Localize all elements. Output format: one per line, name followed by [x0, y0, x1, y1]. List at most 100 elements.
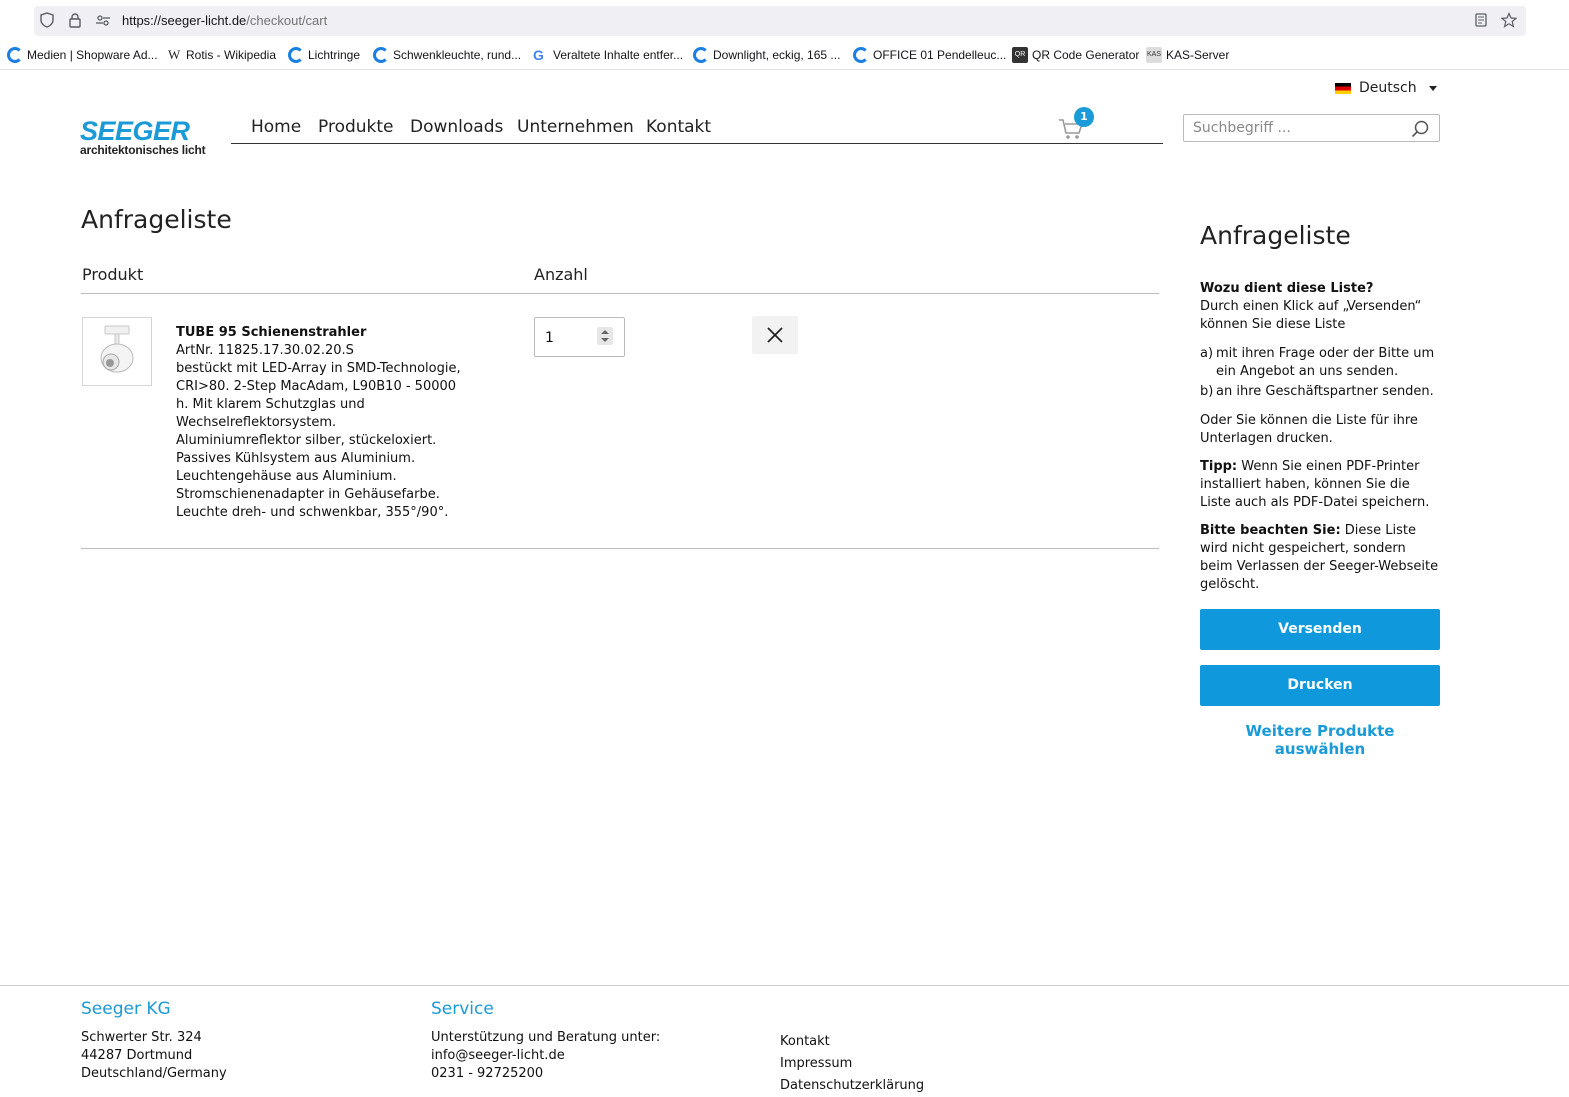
bookmark-item[interactable]: Lichtringe: [288, 47, 360, 63]
search-input[interactable]: [1193, 120, 1393, 136]
tip-label: Tipp:: [1200, 459, 1238, 474]
list-text: mit ihren Frage oder der Bitte um ein An…: [1216, 346, 1435, 379]
nav-produkte[interactable]: Produkte: [318, 117, 394, 137]
footer-link-kontakt[interactable]: Kontakt: [780, 1031, 924, 1053]
bookmark-item[interactable]: W Rotis - Wikipedia: [168, 47, 276, 63]
lock-icon[interactable]: [66, 12, 84, 30]
bookmark-label: Veraltete Inhalte entfer...: [553, 48, 684, 62]
service-text: Unterstützung und Beratung unter:: [431, 1030, 661, 1045]
bookmark-label: Schwenkleuchte, rund...: [393, 48, 522, 62]
product-article-number: ArtNr. 11825.17.30.02.20.S: [176, 343, 354, 358]
seeger-icon: [853, 47, 869, 63]
bookmark-item[interactable]: OFFICE 01 Pendelleuc...: [853, 47, 1006, 63]
product-description: bestückt mit LED-Array in SMD-Technologi…: [176, 361, 461, 520]
kas-icon: KAS: [1146, 47, 1162, 63]
service-email-link[interactable]: info@seeger-licht.de: [431, 1047, 660, 1065]
list-marker: b): [1200, 384, 1214, 399]
address-bar[interactable]: https://seeger-licht.de/checkout/cart: [34, 6, 1526, 36]
product-thumbnail[interactable]: [82, 317, 152, 386]
address-city: 44287 Dortmund: [81, 1048, 193, 1063]
seeger-icon: [7, 47, 23, 63]
print-button[interactable]: Drucken: [1200, 665, 1440, 706]
remove-item-button[interactable]: [752, 316, 798, 354]
logo-wordmark: SEEGER: [80, 116, 190, 146]
bookmark-item[interactable]: QR QR Code Generator: [1012, 47, 1139, 63]
bookmark-item[interactable]: KAS KAS-Server: [1146, 47, 1229, 63]
wikipedia-icon: W: [168, 47, 181, 62]
page-title: Anfrageliste: [81, 205, 232, 234]
search-icon[interactable]: [1411, 120, 1429, 138]
address-street: Schwerter Str. 324: [81, 1030, 202, 1045]
language-selector[interactable]: Deutsch: [1335, 80, 1437, 96]
note-label: Bitte beachten Sie:: [1200, 523, 1341, 538]
column-header-product: Produkt: [82, 265, 144, 284]
qr-icon: QR: [1012, 47, 1028, 63]
google-icon: G: [533, 47, 544, 63]
bookmark-label: Lichtringe: [308, 48, 361, 62]
send-button[interactable]: Versenden: [1200, 609, 1440, 650]
list-item: a) mit ihren Frage oder der Bitte um ein…: [1200, 345, 1446, 381]
footer-links: Kontakt Impressum Datenschutzerklärung: [780, 1031, 924, 1097]
table-divider: [81, 293, 1159, 294]
footer-service: Unterstützung und Beratung unter: info@s…: [431, 1029, 660, 1083]
close-icon: [767, 327, 783, 343]
nav-kontakt[interactable]: Kontakt: [646, 117, 711, 137]
reader-view-icon[interactable]: [1472, 12, 1490, 30]
address-country: Deutschland/Germany: [81, 1066, 227, 1081]
sidebar-intro: Wozu dient diese Liste? Durch einen Klic…: [1200, 280, 1440, 334]
bookmark-label: Medien | Shopware Ad...: [27, 48, 158, 62]
url-text[interactable]: https://seeger-licht.de/checkout/cart: [122, 13, 327, 28]
list-item: b) an ihre Geschäftspartner senden.: [1200, 383, 1446, 401]
sidebar-print-text: Oder Sie können die Liste für ihre Unter…: [1200, 413, 1418, 446]
bookmark-star-icon[interactable]: [1500, 12, 1518, 30]
sidebar-question: Wozu dient diese Liste?: [1200, 281, 1374, 296]
sidebar-tip: Tipp: Wenn Sie einen PDF-Printer install…: [1200, 458, 1440, 512]
quantity-stepper[interactable]: 1: [534, 317, 625, 357]
footer-link-datenschutz[interactable]: Datenschutzerklärung: [780, 1075, 924, 1097]
seeger-icon: [288, 47, 304, 63]
sidebar-note: Bitte beachten Sie: Diese Liste wird nic…: [1200, 522, 1440, 594]
shield-icon[interactable]: [38, 12, 56, 30]
caret-down-icon: [1428, 85, 1437, 91]
search-box: [1183, 114, 1440, 142]
browser-toolbar: https://seeger-licht.de/checkout/cart Me…: [0, 0, 1569, 70]
footer-company-heading: Seeger KG: [81, 999, 171, 1019]
product-name[interactable]: TUBE 95 Schienenstrahler: [176, 325, 366, 340]
main-nav: Home Produkte Downloads Unternehmen Kont…: [231, 114, 1163, 144]
german-flag-icon: [1335, 82, 1351, 94]
url-path: /checkout/cart: [246, 13, 328, 28]
seeger-icon: [693, 47, 709, 63]
nav-downloads[interactable]: Downloads: [410, 117, 503, 137]
list-text: an ihre Geschäftspartner senden.: [1216, 384, 1434, 399]
sidebar-intro-text: Durch einen Klick auf „Versenden“ können…: [1200, 299, 1422, 332]
table-divider: [81, 548, 1159, 549]
more-products-link[interactable]: Weitere Produkte auswählen: [1200, 722, 1440, 758]
footer-divider: [0, 985, 1569, 986]
bookmark-label: OFFICE 01 Pendelleuc...: [873, 48, 1007, 62]
bookmark-item[interactable]: G Veraltete Inhalte entfer...: [533, 47, 683, 63]
list-marker: a): [1200, 346, 1214, 361]
cart-count-badge: 1: [1074, 107, 1094, 127]
footer-link-impressum[interactable]: Impressum: [780, 1053, 924, 1075]
footer-service-heading: Service: [431, 999, 494, 1019]
bookmark-label: Rotis - Wikipedia: [186, 48, 277, 62]
logo-tagline: architektonisches licht: [80, 143, 206, 157]
bookmark-item[interactable]: Schwenkleuchte, rund...: [373, 47, 521, 63]
spinner-arrows-icon[interactable]: [597, 327, 613, 345]
nav-unternehmen[interactable]: Unternehmen: [517, 117, 634, 137]
bookmark-item[interactable]: Medien | Shopware Ad...: [7, 47, 158, 63]
bookmark-label: KAS-Server: [1166, 48, 1230, 62]
bookmark-label: Downlight, eckig, 165 ...: [713, 48, 841, 62]
bookmark-label: QR Code Generator: [1032, 48, 1140, 62]
service-phone: 0231 - 92725200: [431, 1066, 544, 1081]
footer-address: Schwerter Str. 324 44287 Dortmund Deutsc…: [81, 1029, 227, 1083]
logo[interactable]: SEEGER architektonisches licht: [80, 116, 206, 157]
column-header-quantity: Anzahl: [534, 265, 588, 284]
permissions-icon[interactable]: [94, 12, 112, 30]
nav-home[interactable]: Home: [251, 117, 301, 137]
bookmarks-toolbar: Medien | Shopware Ad... W Rotis - Wikiped…: [0, 44, 1569, 68]
seeger-icon: [373, 47, 389, 63]
quantity-value: 1: [545, 330, 554, 346]
bookmark-item[interactable]: Downlight, eckig, 165 ...: [693, 47, 840, 63]
sidebar-title: Anfrageliste: [1200, 221, 1351, 250]
